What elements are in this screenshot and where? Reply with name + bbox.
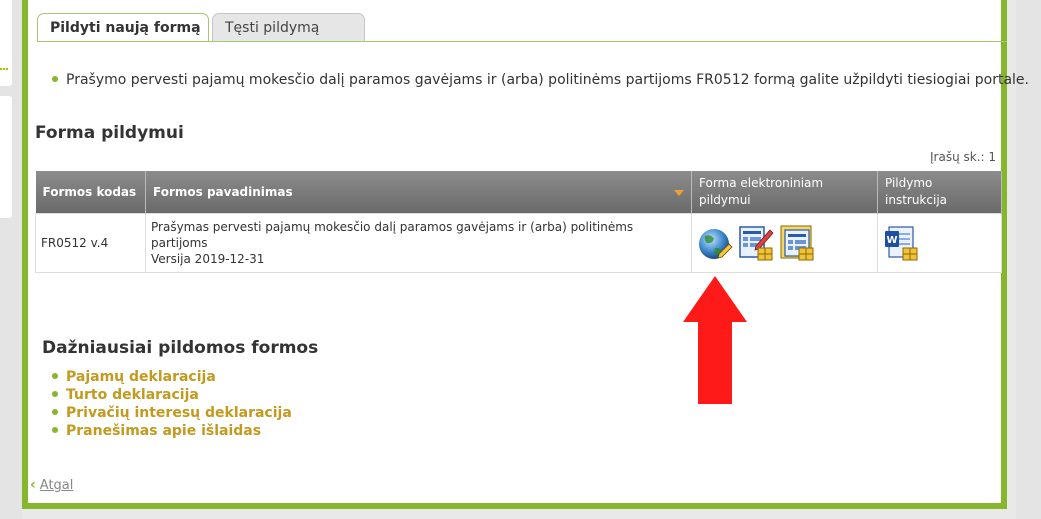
svg-text:W: W [886, 235, 897, 246]
frequent-form-link[interactable]: Turto deklaracija [52, 386, 292, 404]
form-version-text: Versija 2019-12-31 [151, 252, 265, 266]
info-message: Prašymo pervesti pajamų mokesčio dalį pa… [52, 72, 1029, 88]
col-form-name-label: Formos pavadinimas [153, 184, 293, 199]
frequent-form-link[interactable]: Privačių interesų deklaracija [52, 404, 292, 422]
col-instructions: Pildymo instrukcija [877, 171, 1002, 214]
table-header-row: Formos kodas Formos pavadinimas Forma el… [35, 171, 1002, 214]
section-title: Forma pildymui [35, 123, 184, 143]
tab-new-form[interactable]: Pildyti naują formą [37, 13, 209, 42]
col-electronic-form: Forma elektroniniam pildymui [691, 171, 878, 214]
records-count: Įrašų sk.: 1 [930, 150, 997, 164]
left-card [0, 0, 12, 86]
info-text: Prašymo pervesti pajamų mokesčio dalį pa… [66, 72, 1029, 88]
form-name-text: Prašymas pervesti pajamų mokesčio dalį p… [151, 220, 634, 250]
table-row: FR0512 v.4 Prašymas pervesti pajamų moke… [35, 213, 1002, 273]
cell-form-name: Prašymas pervesti pajamų mokesčio dalį p… [145, 213, 692, 273]
tab-continue-filling[interactable]: Tęsti pildymą [212, 13, 365, 41]
frequent-form-link[interactable]: Pajamų deklaracija [52, 368, 292, 386]
cell-form-code: FR0512 v.4 [35, 213, 146, 273]
back-link[interactable]: ‹ Atgal [30, 477, 73, 493]
back-label: Atgal [39, 478, 74, 493]
tab-divider [37, 41, 1007, 42]
forms-table: Formos kodas Formos pavadinimas Forma el… [35, 171, 1002, 273]
left-card [0, 96, 12, 218]
cell-instructions: W [877, 213, 1002, 273]
frequent-forms-title: Dažniausiai pildomos formos [42, 338, 319, 358]
word-document-icon[interactable]: W [883, 224, 919, 262]
bullet-icon [52, 76, 58, 82]
col-form-code[interactable]: Formos kodas [35, 171, 146, 214]
sort-desc-icon [674, 189, 684, 196]
frequent-forms-list: Pajamų deklaracija Turto deklaracija Pri… [52, 368, 292, 440]
bullet-icon [52, 391, 58, 397]
col-form-name[interactable]: Formos pavadinimas [145, 171, 692, 214]
form-edit-icon[interactable] [738, 224, 774, 262]
chevron-left-icon: ‹ [30, 477, 36, 493]
bullet-icon [52, 427, 58, 433]
bullet-icon [52, 373, 58, 379]
globe-edit-icon[interactable] [697, 224, 733, 262]
red-arrow-annotation [683, 276, 747, 404]
cell-electronic-form [691, 213, 878, 273]
frequent-form-link[interactable]: Pranešimas apie išlaidas [52, 422, 292, 440]
bullet-icon [52, 409, 58, 415]
form-grid-icon[interactable] [779, 224, 815, 262]
